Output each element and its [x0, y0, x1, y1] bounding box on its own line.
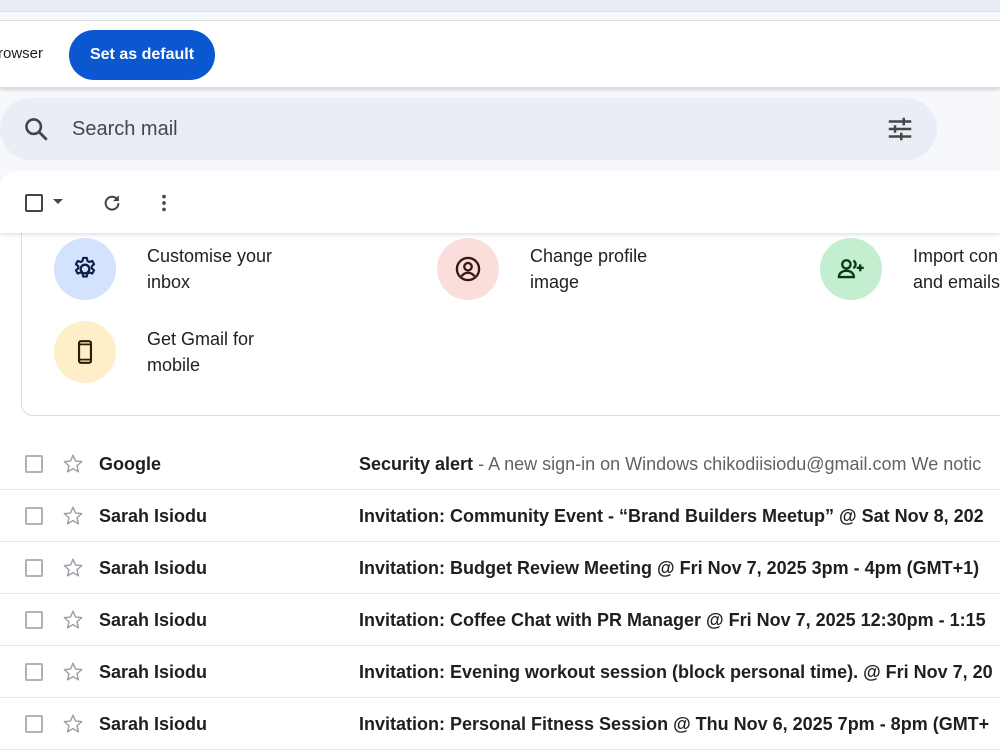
sender-name: Sarah Isiodu [99, 610, 208, 630]
add-person-icon [820, 238, 882, 300]
email-list: Google Security alert - A new sign-in on… [0, 438, 1000, 750]
tile-label: Import con and emails [913, 246, 1000, 292]
search-icon[interactable] [22, 115, 50, 143]
gear-icon [54, 238, 116, 300]
tile-customise-inbox[interactable]: Customise your inbox [54, 238, 307, 300]
star-icon[interactable] [62, 609, 84, 631]
select-options-chevron-icon[interactable] [53, 199, 63, 204]
search-bar[interactable] [0, 98, 937, 160]
top-strip [0, 0, 1000, 12]
search-options-icon[interactable] [884, 114, 916, 144]
email-row[interactable]: Sarah Isiodu Invitation: Evening workout… [0, 646, 1000, 698]
tile-label: Change profile image [530, 246, 648, 292]
account-circle-icon [437, 238, 499, 300]
email-row[interactable]: Sarah Isiodu Invitation: Personal Fitnes… [0, 698, 1000, 750]
default-browser-banner: rowser Set as default [0, 20, 1000, 88]
list-toolbar [0, 171, 1000, 233]
row-checkbox[interactable] [25, 663, 43, 681]
email-row[interactable]: Google Security alert - A new sign-in on… [0, 438, 1000, 490]
sender-name: Sarah Isiodu [99, 662, 208, 682]
sender-name: Sarah Isiodu [99, 506, 208, 526]
star-icon[interactable] [62, 557, 84, 579]
email-subject: Invitation: Community Event - “Brand Bui… [359, 506, 984, 526]
mail-panel: Customise your inbox Change profile imag… [0, 171, 1000, 750]
star-icon[interactable] [62, 505, 84, 527]
email-snippet: A new sign-in on Windows chikodiisiodu@g… [488, 454, 982, 474]
sender-name: Sarah Isiodu [99, 558, 208, 578]
row-checkbox[interactable] [25, 715, 43, 733]
email-content: Invitation: Coffee Chat with PR Manager … [359, 610, 1000, 631]
email-content: Invitation: Budget Review Meeting @ Fri … [359, 558, 1000, 579]
email-subject: Security alert [359, 454, 474, 474]
tile-import-contacts[interactable]: Import con and emails [820, 238, 1000, 300]
email-content: Security alert - A new sign-in on Window… [359, 454, 1000, 475]
email-row[interactable]: Sarah Isiodu Invitation: Budget Review M… [0, 542, 1000, 594]
tile-label: Customise your inbox [147, 246, 273, 292]
email-subject: Invitation: Budget Review Meeting @ Fri … [359, 558, 980, 578]
email-content: Invitation: Community Event - “Brand Bui… [359, 506, 1000, 527]
sender-name: Sarah Isiodu [99, 714, 208, 734]
more-options-icon[interactable] [153, 192, 175, 214]
email-content: Invitation: Evening workout session (blo… [359, 662, 1000, 683]
set-as-default-button[interactable]: Set as default [69, 30, 215, 80]
email-content: Invitation: Personal Fitness Session @ T… [359, 714, 1000, 735]
row-checkbox[interactable] [25, 507, 43, 525]
search-input[interactable] [72, 112, 832, 146]
select-all-checkbox[interactable] [25, 194, 43, 212]
email-subject: Invitation: Coffee Chat with PR Manager … [359, 610, 986, 630]
row-checkbox[interactable] [25, 611, 43, 629]
tile-get-gmail-mobile[interactable]: Get Gmail for mobile [54, 321, 307, 383]
refresh-icon[interactable] [101, 192, 123, 214]
banner-text: rowser [0, 45, 44, 62]
star-icon[interactable] [62, 661, 84, 683]
email-subject: Invitation: Personal Fitness Session @ T… [359, 714, 990, 734]
row-checkbox[interactable] [25, 559, 43, 577]
row-checkbox[interactable] [25, 455, 43, 473]
email-subject: Invitation: Evening workout session (blo… [359, 662, 993, 682]
email-row[interactable]: Sarah Isiodu Invitation: Community Event… [0, 490, 1000, 542]
star-icon[interactable] [62, 713, 84, 735]
smartphone-icon [54, 321, 116, 383]
email-row[interactable]: Sarah Isiodu Invitation: Coffee Chat wit… [0, 594, 1000, 646]
sender-name: Google [99, 454, 161, 474]
star-icon[interactable] [62, 453, 84, 475]
snippet-separator: - [473, 454, 489, 474]
tile-change-profile-image[interactable]: Change profile image [437, 238, 690, 300]
setup-section: Customise your inbox Change profile imag… [21, 226, 1000, 416]
tile-label: Get Gmail for mobile [147, 329, 255, 375]
